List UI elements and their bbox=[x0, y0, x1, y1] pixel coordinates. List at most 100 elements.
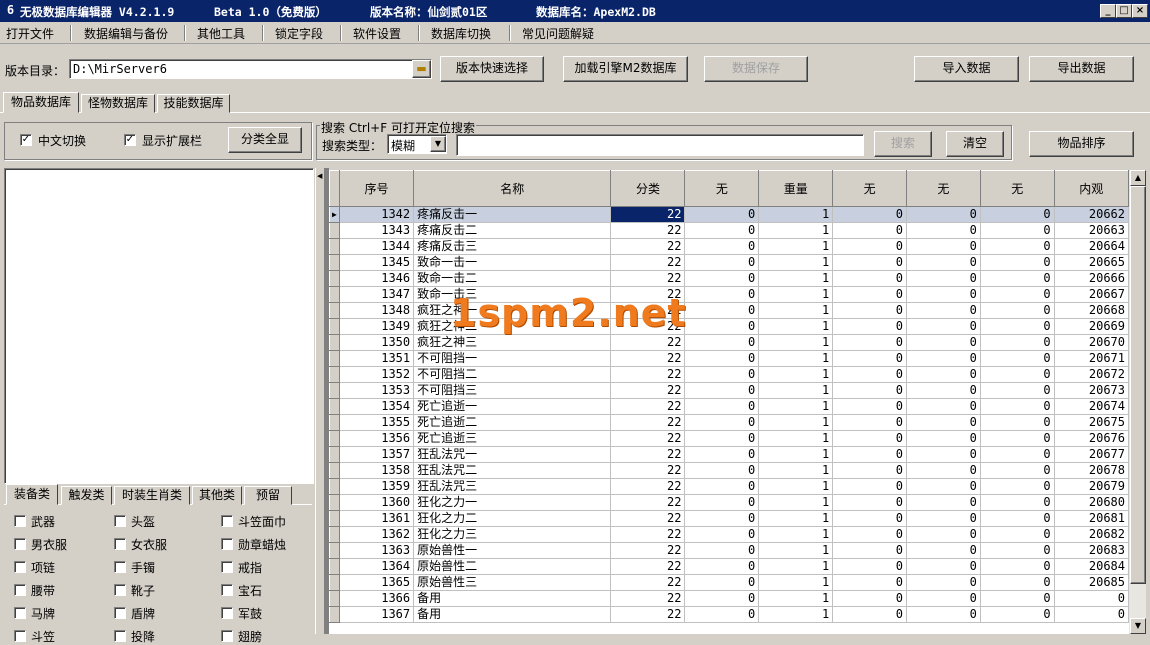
table-cell[interactable]: 0 bbox=[906, 286, 981, 303]
table-cell[interactable]: 22 bbox=[610, 446, 686, 463]
table-cell[interactable]: 0 bbox=[684, 510, 760, 527]
table-row[interactable]: 1356 死亡追逝三 22 0 1 0 0 0 20676 bbox=[329, 430, 1129, 447]
search-button[interactable]: 搜索 bbox=[874, 131, 932, 157]
table-cell[interactable]: 22 bbox=[610, 398, 686, 415]
table-cell[interactable]: 0 bbox=[906, 510, 981, 527]
category-checkbox[interactable] bbox=[221, 561, 233, 573]
table-cell[interactable]: 0 bbox=[906, 222, 981, 239]
table-cell[interactable]: 1 bbox=[758, 590, 834, 607]
table-cell[interactable]: 0 bbox=[906, 558, 981, 575]
row-indicator[interactable] bbox=[329, 462, 340, 479]
table-cell[interactable]: 0 bbox=[980, 286, 1055, 303]
category-tree-panel[interactable] bbox=[4, 168, 314, 484]
table-cell[interactable]: 0 bbox=[684, 430, 760, 447]
row-indicator[interactable] bbox=[329, 254, 340, 271]
table-cell[interactable]: 0 bbox=[980, 606, 1055, 623]
table-cell[interactable]: 0 bbox=[980, 494, 1055, 511]
table-cell[interactable]: 1357 bbox=[339, 446, 415, 463]
row-indicator[interactable] bbox=[329, 398, 340, 415]
table-cell[interactable]: 1 bbox=[758, 430, 834, 447]
table-cell[interactable]: 1367 bbox=[339, 606, 415, 623]
table-cell[interactable]: 1364 bbox=[339, 558, 415, 575]
table-cell[interactable]: 1 bbox=[758, 302, 834, 319]
category-tab-other[interactable]: 其他类 bbox=[192, 486, 242, 505]
table-cell[interactable]: 0 bbox=[1054, 606, 1129, 623]
table-cell[interactable]: 0 bbox=[684, 302, 760, 319]
table-cell[interactable]: 0 bbox=[980, 574, 1055, 591]
table-cell[interactable]: 0 bbox=[832, 494, 908, 511]
table-row[interactable]: 1362 狂化之力三 22 0 1 0 0 0 20682 bbox=[329, 526, 1129, 543]
table-cell[interactable]: 0 bbox=[980, 206, 1055, 223]
table-cell[interactable]: 1350 bbox=[339, 334, 415, 351]
table-cell[interactable]: 0 bbox=[832, 430, 908, 447]
row-indicator[interactable] bbox=[329, 238, 340, 255]
table-cell[interactable]: 1 bbox=[758, 206, 834, 223]
menu-data-edit-backup[interactable]: 数据编辑与备份 bbox=[84, 25, 168, 42]
table-cell[interactable]: 22 bbox=[610, 350, 686, 367]
table-cell[interactable]: 0 bbox=[684, 238, 760, 255]
table-cell[interactable]: 1366 bbox=[339, 590, 415, 607]
row-indicator[interactable]: ▶ bbox=[329, 206, 340, 223]
table-cell[interactable]: 致命一击一 bbox=[413, 254, 612, 271]
table-cell[interactable]: 1 bbox=[758, 366, 834, 383]
table-cell[interactable]: 20683 bbox=[1054, 542, 1129, 559]
dropdown-arrow-icon[interactable]: ▼ bbox=[430, 136, 446, 152]
table-cell[interactable]: 不可阻挡一 bbox=[413, 350, 612, 367]
table-cell[interactable]: 1 bbox=[758, 254, 834, 271]
table-cell[interactable]: 22 bbox=[610, 222, 686, 239]
table-cell[interactable]: 0 bbox=[832, 238, 908, 255]
category-tab-trigger[interactable]: 触发类 bbox=[61, 486, 112, 505]
table-cell[interactable]: 0 bbox=[906, 382, 981, 399]
column-header[interactable]: 无 bbox=[684, 170, 760, 207]
table-cell[interactable]: 0 bbox=[906, 302, 981, 319]
table-cell[interactable]: 0 bbox=[906, 462, 981, 479]
table-cell[interactable]: 0 bbox=[832, 366, 908, 383]
save-data-button[interactable]: 数据保存 bbox=[704, 56, 808, 82]
table-cell[interactable]: 0 bbox=[980, 510, 1055, 527]
table-cell[interactable]: 0 bbox=[906, 270, 981, 287]
table-cell[interactable]: 0 bbox=[906, 334, 981, 351]
import-data-button[interactable]: 导入数据 bbox=[914, 56, 1019, 82]
row-indicator[interactable] bbox=[329, 606, 340, 623]
table-cell[interactable]: 20681 bbox=[1054, 510, 1129, 527]
table-cell[interactable]: 20668 bbox=[1054, 302, 1129, 319]
menu-faq[interactable]: 常见问题解疑 bbox=[522, 25, 594, 42]
item-sort-button[interactable]: 物品排序 bbox=[1029, 131, 1134, 157]
table-cell[interactable]: 20672 bbox=[1054, 366, 1129, 383]
table-cell[interactable]: 20664 bbox=[1054, 238, 1129, 255]
column-header[interactable]: 内观 bbox=[1053, 170, 1129, 207]
table-cell[interactable]: 0 bbox=[980, 254, 1055, 271]
column-header[interactable]: 无 bbox=[979, 170, 1055, 207]
table-cell[interactable]: 20676 bbox=[1054, 430, 1129, 447]
table-cell[interactable]: 0 bbox=[906, 398, 981, 415]
table-row[interactable]: 1351 不可阻挡一 22 0 1 0 0 0 20671 bbox=[329, 350, 1129, 367]
table-cell[interactable]: 1349 bbox=[339, 318, 415, 335]
table-row[interactable]: 1360 狂化之力一 22 0 1 0 0 0 20680 bbox=[329, 494, 1129, 511]
row-indicator[interactable] bbox=[329, 526, 340, 543]
show-ext-checkbox[interactable]: ✓ bbox=[124, 134, 136, 146]
table-cell[interactable]: 0 bbox=[980, 350, 1055, 367]
version-dir-input[interactable]: D:\MirServer6 bbox=[69, 59, 432, 79]
tab-skill-database[interactable]: 技能数据库 bbox=[157, 94, 230, 113]
row-indicator[interactable] bbox=[329, 366, 340, 383]
table-cell[interactable]: 20671 bbox=[1054, 350, 1129, 367]
table-row[interactable]: 1361 狂化之力二 22 0 1 0 0 0 20681 bbox=[329, 510, 1129, 527]
table-cell[interactable]: 0 bbox=[906, 542, 981, 559]
table-cell[interactable]: 1346 bbox=[339, 270, 415, 287]
table-cell[interactable]: 死亡追逝三 bbox=[413, 430, 612, 447]
table-cell[interactable]: 1351 bbox=[339, 350, 415, 367]
table-cell[interactable]: 狂乱法咒一 bbox=[413, 446, 612, 463]
table-cell[interactable]: 1 bbox=[758, 494, 834, 511]
table-cell[interactable]: 0 bbox=[684, 462, 760, 479]
table-cell[interactable]: 0 bbox=[906, 446, 981, 463]
table-cell[interactable]: 不可阻挡二 bbox=[413, 366, 612, 383]
table-row[interactable]: 1366 备用 22 0 1 0 0 0 0 bbox=[329, 590, 1129, 607]
table-cell[interactable]: 1355 bbox=[339, 414, 415, 431]
category-checkbox[interactable] bbox=[114, 630, 126, 642]
table-cell[interactable]: 0 bbox=[684, 494, 760, 511]
table-cell[interactable]: 0 bbox=[684, 558, 760, 575]
table-cell[interactable]: 0 bbox=[684, 542, 760, 559]
table-cell[interactable]: 0 bbox=[684, 382, 760, 399]
table-row[interactable]: ▶ 1342 疼痛反击一 22 0 1 0 0 0 20662 bbox=[329, 206, 1129, 223]
table-cell[interactable]: 0 bbox=[980, 478, 1055, 495]
